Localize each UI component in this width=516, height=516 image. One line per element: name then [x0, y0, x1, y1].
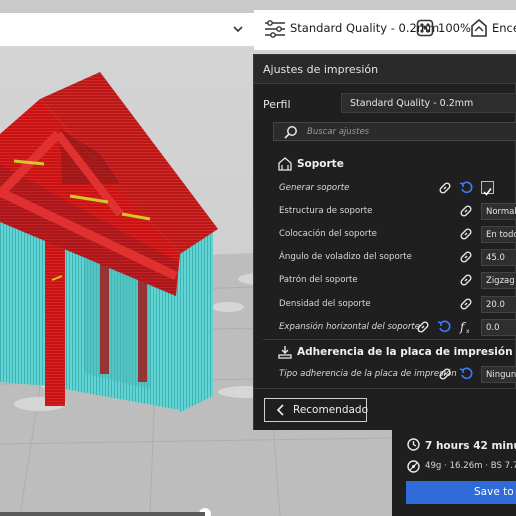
reset-icon[interactable] [437, 320, 451, 334]
adhesion-section-icon [278, 346, 292, 359]
overhang-angle-input[interactable]: 45.0 [481, 249, 516, 266]
spool-icon [407, 460, 420, 473]
top-toolbar: Standard Quality - 0.2mm 100% Encer [0, 0, 516, 60]
search-icon [284, 126, 297, 139]
setting-row-support-structure: Estructura de soporte Normal [254, 200, 516, 223]
clock-icon [407, 438, 420, 451]
search-placeholder: Buscar ajustes [307, 127, 370, 137]
infill-icon [416, 19, 434, 37]
setting-row-support-pattern: Patrón del soporte Zigzag [254, 269, 516, 292]
infill-value: 100% [438, 21, 471, 35]
setting-label: Tipo adherencia de la placa de impresión [279, 369, 457, 379]
profile-label: Perfil [263, 98, 291, 111]
printer-selector[interactable] [0, 13, 254, 47]
generate-support-checkbox[interactable] [481, 181, 494, 196]
link-icon[interactable] [459, 204, 473, 218]
setting-row-overhang-angle: Ángulo de voladizo del soporte 45.0 [254, 246, 516, 269]
save-to-disk-button[interactable]: Save to D [406, 481, 516, 504]
link-icon[interactable] [459, 273, 473, 287]
sliders-icon [265, 20, 285, 38]
setting-label: Colocación del soporte [279, 229, 377, 239]
reset-icon[interactable] [459, 181, 473, 195]
material-usage: 49g · 16.26m · BS 7.74 [425, 461, 516, 471]
link-icon[interactable] [438, 181, 452, 195]
setting-row-generate-support: Generar soporte [254, 177, 516, 200]
chevron-left-icon [276, 404, 284, 416]
chevron-down-icon [233, 26, 243, 33]
svg-text:x: x [466, 328, 470, 334]
setting-row-support-density: Densidad del soporte 20.0 [254, 293, 516, 316]
link-icon[interactable] [416, 320, 430, 334]
panel-title: Ajustes de impresión [254, 55, 516, 84]
panel-footer: Recomendado [254, 388, 516, 430]
setting-label: Ángulo de voladizo del soporte [279, 252, 412, 262]
setting-row-horizontal-expansion: Expansión horizontal del soporte f x 0.0 [254, 316, 516, 339]
section-adhesion-title: Adherencia de la placa de impresión [297, 346, 513, 358]
link-icon[interactable] [459, 250, 473, 264]
support-structure-select[interactable]: Normal [481, 203, 516, 220]
adhesion-value: Encer [492, 21, 516, 35]
print-settings-panel: Ajustes de impresión Perfil Standard Qua… [253, 54, 516, 430]
search-input[interactable]: Buscar ajustes [273, 122, 516, 141]
reset-icon[interactable] [459, 367, 473, 381]
section-divider [263, 339, 516, 340]
recommended-label: Recomendado [293, 404, 369, 416]
link-icon[interactable] [459, 297, 473, 311]
setting-label: Estructura de soporte [279, 206, 373, 216]
support-placement-select[interactable]: En todos [481, 226, 516, 243]
support-density-input[interactable]: 20.0 [481, 296, 516, 313]
profile-dropdown[interactable]: Standard Quality - 0.2mm [341, 93, 516, 113]
support-icon [278, 157, 292, 171]
save-button-label: Save to D [474, 486, 516, 498]
profile-value: Standard Quality - 0.2mm [350, 98, 474, 109]
horizontal-expansion-input[interactable]: 0.0 [481, 319, 516, 336]
function-icon[interactable]: f x [459, 320, 473, 334]
setting-label: Generar soporte [279, 183, 350, 193]
setting-row-support-placement: Colocación del soporte En todos [254, 223, 516, 246]
setting-label: Expansión horizontal del soporte [279, 322, 421, 332]
recommended-button[interactable]: Recomendado [264, 398, 369, 422]
link-icon[interactable] [459, 227, 473, 241]
support-pattern-select[interactable]: Zigzag [481, 272, 516, 289]
print-time: 7 hours 42 minutes [425, 440, 516, 452]
adhesion-icon [471, 19, 487, 37]
setting-row-adhesion-type: Tipo adherencia de la placa de impresión… [254, 363, 516, 386]
setting-label: Patrón del soporte [279, 275, 358, 285]
print-settings-summary[interactable]: Standard Quality - 0.2mm 100% Encer [254, 10, 516, 50]
adhesion-type-select[interactable]: Ningunc [481, 366, 516, 383]
section-support-title: Soporte [297, 158, 344, 170]
print-estimate-panel: 7 hours 42 minutes 49g · 16.26m · BS 7.7… [392, 430, 516, 516]
setting-label: Densidad del soporte [279, 299, 371, 309]
link-icon[interactable] [438, 367, 452, 381]
check-icon [483, 188, 492, 196]
